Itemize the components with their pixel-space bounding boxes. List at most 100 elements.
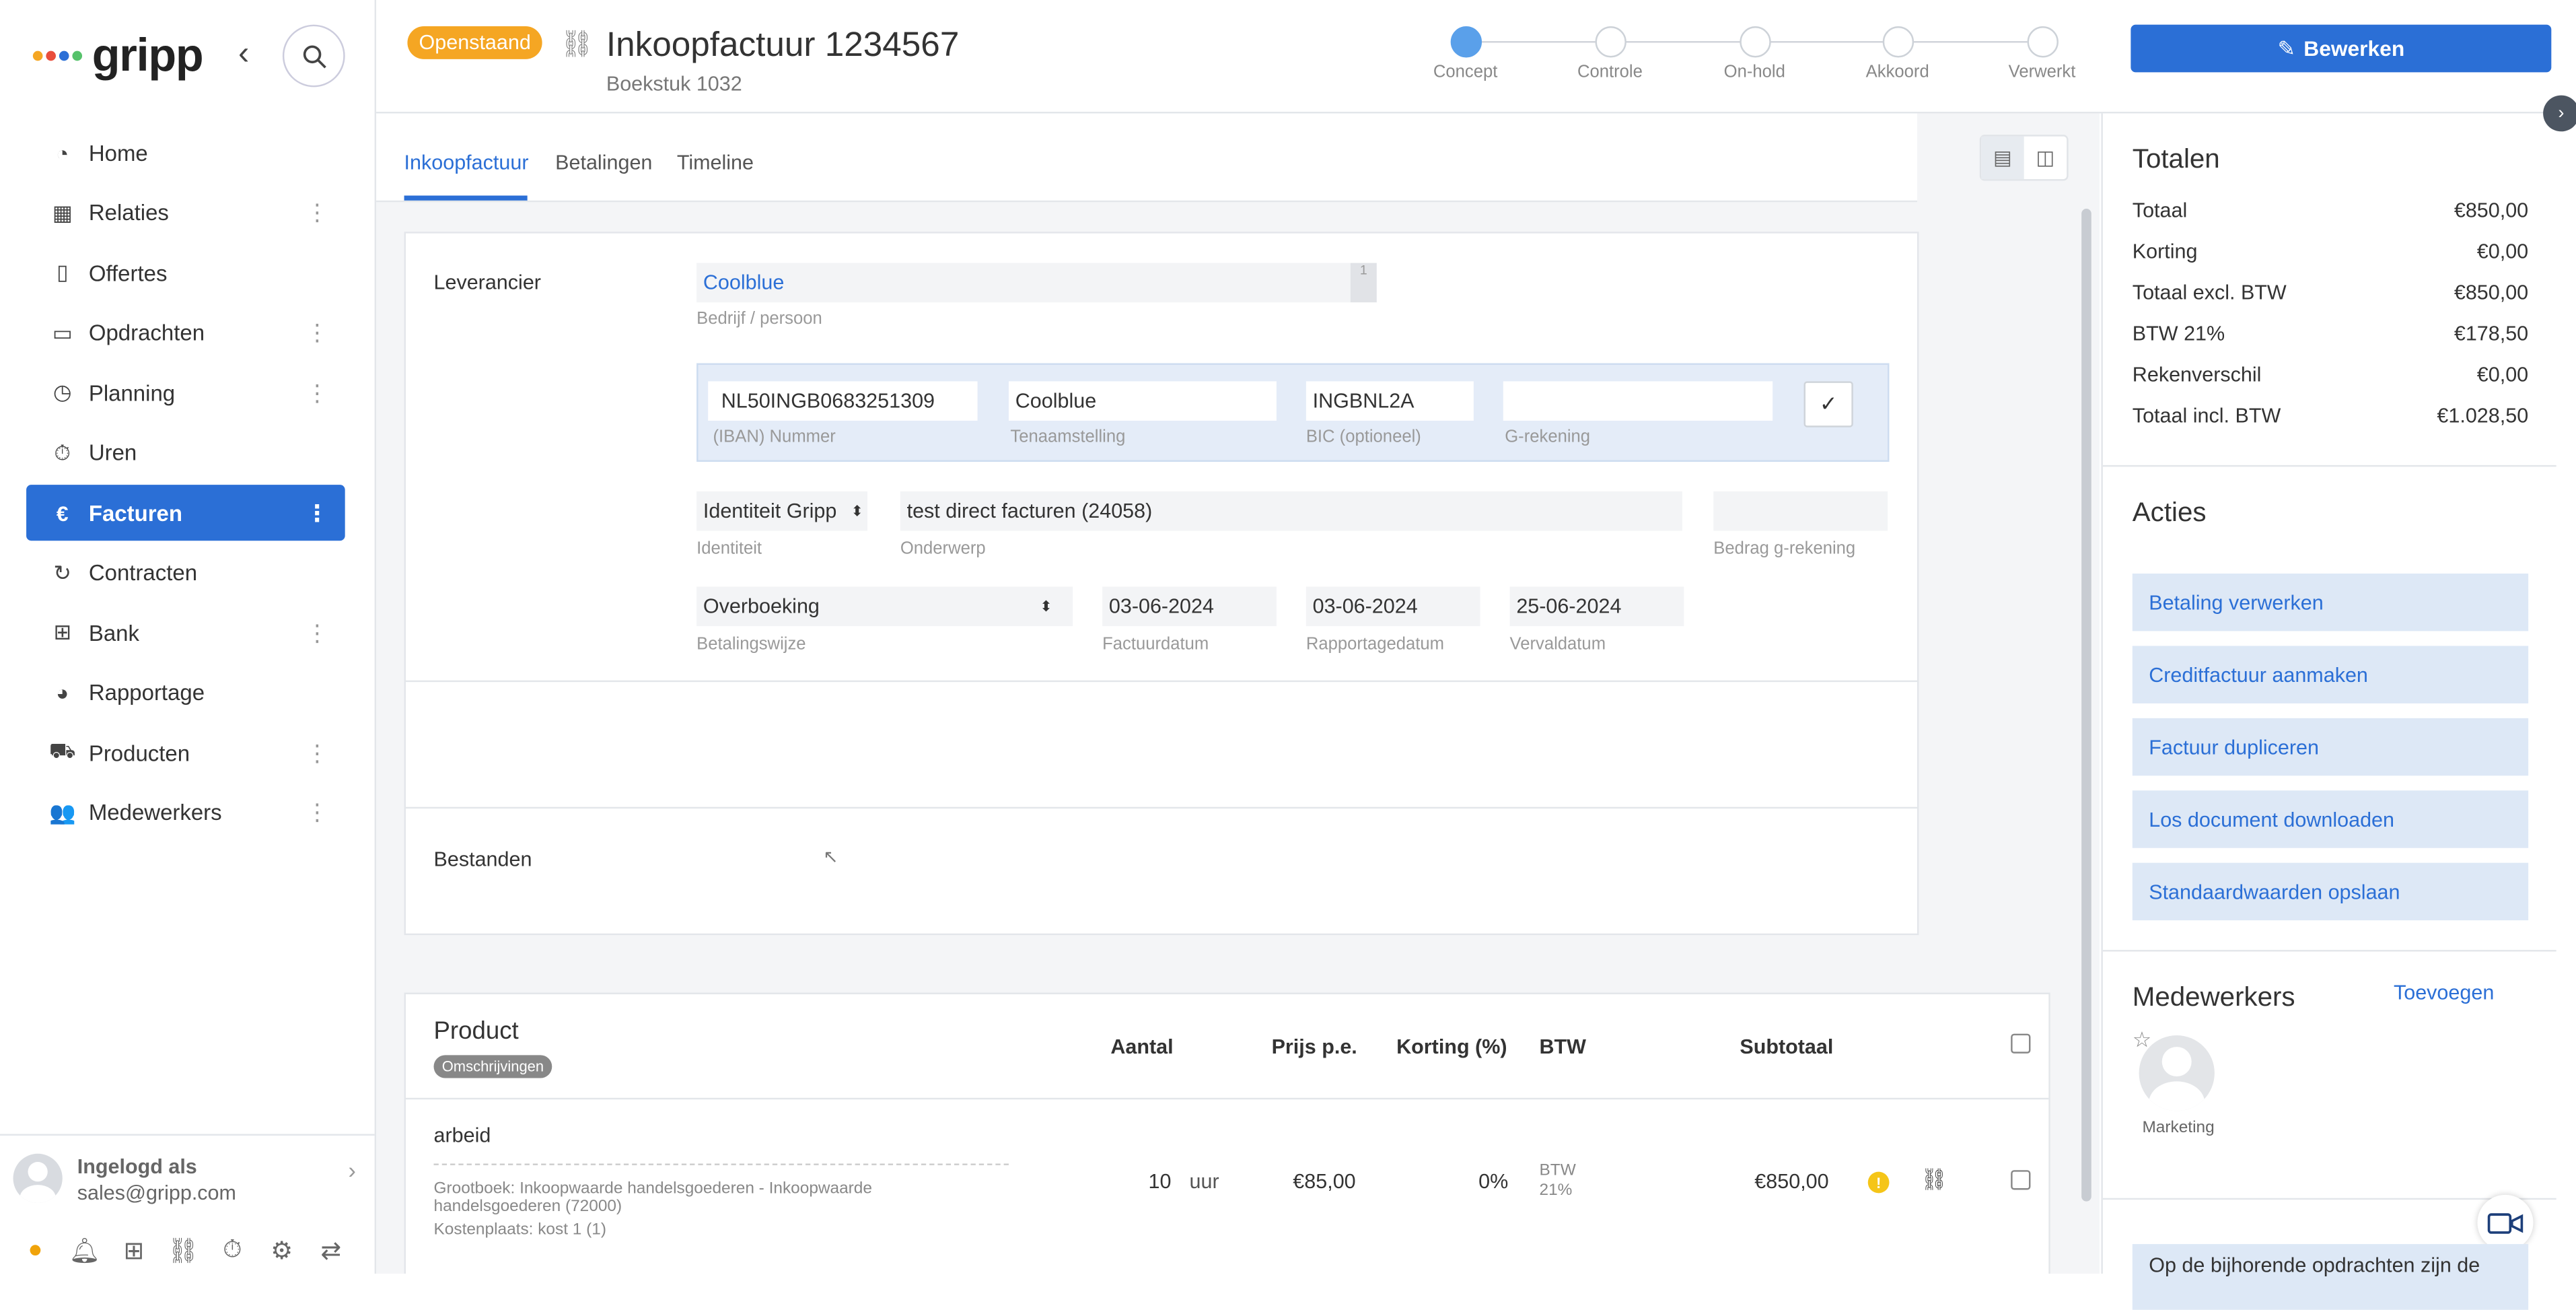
action-standaardwaarden-opslaan[interactable]: Standaardwaarden opslaan	[2132, 862, 2529, 921]
link-icon[interactable]: ⛓︎	[1921, 1167, 1947, 1193]
user-email: sales@gripp.com	[77, 1181, 236, 1205]
link-icon[interactable]: ⛓︎	[560, 28, 594, 61]
rows-layout-icon[interactable]: ▤	[1981, 136, 2024, 180]
sidebar-item-rapportage[interactable]: ◕ Rapportage	[26, 665, 345, 721]
sidebar-item-label: Medewerkers	[88, 800, 222, 825]
omschrijvingen-badge[interactable]: Omschrijvingen	[433, 1055, 552, 1078]
alert-icon[interactable]: ●	[20, 1236, 50, 1266]
sidebar-item-relaties[interactable]: ▦ Relaties ⋮	[26, 185, 345, 241]
select-all-checkbox[interactable]	[2011, 1033, 2031, 1054]
action-factuur-dupliceren[interactable]: Factuur dupliceren	[2132, 718, 2529, 776]
sidebar-item-contracten[interactable]: ↻ Contracten	[26, 545, 345, 600]
grekening-field[interactable]	[1503, 381, 1773, 421]
apps-icon[interactable]: ⊞	[118, 1236, 149, 1266]
euro-icon: €	[56, 500, 69, 525]
logo[interactable]: gripp	[32, 30, 204, 82]
sidebar-item-opdrachten[interactable]: ▭ Opdrachten ⋮	[26, 305, 345, 361]
bic-field[interactable]: INGBNL2A	[1305, 381, 1474, 421]
betalingswijze-label: Betalingswijze	[696, 634, 806, 654]
product-table: Product Omschrijvingen Aantal Prijs p.e.…	[404, 992, 2050, 1274]
vervaldatum-field[interactable]: 25-06-2024	[1509, 586, 1684, 627]
sidebar-item-home[interactable]: ◔ Home	[26, 125, 345, 181]
tab-inkoopfactuur[interactable]: Inkoopfactuur	[404, 151, 529, 174]
sidebar-item-offertes[interactable]: ▯ Offertes	[26, 245, 345, 301]
view-toggle: ▤ ◫	[1979, 135, 2069, 181]
leverancier-field[interactable]: Coolblue	[696, 263, 1351, 303]
link-icon[interactable]: ⛓︎	[168, 1236, 199, 1266]
btw-label: BTW	[1539, 1161, 1576, 1180]
bell-icon[interactable]: 🔔︎	[69, 1236, 100, 1266]
columns-layout-icon[interactable]: ◫	[2024, 137, 2067, 179]
more-icon[interactable]: ⋮	[306, 798, 328, 827]
prijs-value[interactable]: €85,00	[1293, 1170, 1355, 1193]
tab-betalingen[interactable]: Betalingen	[555, 151, 652, 174]
switch-icon[interactable]: ⇄	[316, 1236, 347, 1266]
aantal-value[interactable]: 10	[1148, 1170, 1171, 1193]
totals-value: €850,00	[2454, 199, 2529, 222]
identiteit-value: Identiteit Gripp	[703, 499, 837, 523]
divider	[406, 806, 1917, 809]
tenaam-field[interactable]: Coolblue	[1008, 381, 1277, 421]
tab-bar: Inkoopfactuur Betalingen Timeline	[376, 113, 1917, 203]
sidebar-item-facturen[interactable]: € Facturen ⋮	[26, 485, 345, 541]
more-icon[interactable]: ⋮	[306, 379, 328, 407]
chevron-right-icon[interactable]: ›	[2543, 95, 2576, 132]
bedrag-g-field[interactable]	[1713, 491, 1888, 531]
action-betaling-verwerken[interactable]: Betaling verwerken	[2132, 574, 2529, 631]
identiteit-label: Identiteit	[696, 539, 762, 559]
onderwerp-field[interactable]: test direct facturen (24058)	[900, 491, 1682, 531]
leverancier-counter: 1	[1350, 263, 1377, 303]
sidebar-item-label: Planning	[88, 380, 176, 405]
more-icon[interactable]: ⋮	[306, 499, 328, 527]
bedrag-g-label: Bedrag g-rekening	[1713, 539, 1856, 559]
tab-timeline[interactable]: Timeline	[677, 151, 754, 174]
edit-button[interactable]: ✎ Bewerken	[2131, 24, 2552, 73]
more-icon[interactable]: ⋮	[306, 738, 328, 767]
medewerker-avatar[interactable]	[2139, 1035, 2215, 1111]
action-los-document-downloaden[interactable]: Los document downloaden	[2132, 790, 2529, 848]
step-verwerkt[interactable]: Verwerkt	[1984, 26, 2100, 82]
timer-icon[interactable]: ⏱︎	[217, 1236, 248, 1266]
edit-button-label: Bewerken	[2303, 36, 2405, 61]
rapportagedatum-field[interactable]: 03-06-2024	[1305, 586, 1480, 627]
rapportagedatum-label: Rapportagedatum	[1305, 634, 1445, 654]
add-medewerker-link[interactable]: Toevoegen	[2394, 981, 2494, 1004]
confirm-bank-button[interactable]: ✓	[1803, 381, 1853, 427]
video-call-icon[interactable]	[2477, 1194, 2534, 1251]
btw-value[interactable]: 21%	[1539, 1181, 1572, 1200]
iban-field[interactable]: NL50INGB0683251309	[708, 381, 978, 421]
unit-value: uur	[1189, 1170, 1219, 1194]
sidebar-item-planning[interactable]: ◷ Planning ⋮	[26, 365, 345, 421]
sidebar-item-label: Uren	[88, 440, 137, 465]
sidebar-item-bank[interactable]: ⊞ Bank ⋮	[26, 605, 345, 660]
clock-icon: ◷	[52, 379, 72, 405]
warning-icon[interactable]: !	[1867, 1171, 1890, 1194]
step-akkoord[interactable]: Akkoord	[1840, 26, 1955, 82]
sidebar-item-uren[interactable]: ⏱ Uren	[26, 425, 345, 481]
row-checkbox[interactable]	[2011, 1170, 2031, 1190]
product-name[interactable]: arbeid	[434, 1124, 491, 1147]
more-icon[interactable]: ⋮	[306, 199, 328, 227]
sidebar-item-label: Bank	[88, 620, 139, 646]
action-creditfactuur-aanmaken[interactable]: Creditfactuur aanmaken	[2132, 646, 2529, 703]
sidebar-item-producten[interactable]: ⛟ Producten ⋮	[26, 725, 345, 781]
step-dot	[1450, 26, 1481, 58]
korting-value[interactable]: 0%	[1478, 1170, 1508, 1193]
identiteit-select[interactable]: Identiteit Gripp ⬍	[696, 491, 868, 531]
more-icon[interactable]: ⋮	[306, 319, 328, 347]
aantal-header: Aantal	[1110, 1035, 1174, 1059]
step-on-hold[interactable]: On-hold	[1697, 26, 1812, 82]
gear-icon[interactable]: ⚙︎	[266, 1236, 297, 1266]
totals-label: BTW 21%	[2132, 322, 2225, 345]
factuurdatum-field[interactable]: 03-06-2024	[1102, 586, 1277, 627]
step-controle[interactable]: Controle	[1552, 26, 1668, 82]
step-concept[interactable]: Concept	[1408, 26, 1523, 82]
search-button[interactable]	[282, 24, 345, 88]
sidebar-item-medewerkers[interactable]: 👥 Medewerkers ⋮	[26, 785, 345, 841]
collapse-sidebar-icon[interactable]: ‹	[238, 36, 249, 74]
cursor-icon: ↖	[823, 848, 838, 868]
scrollbar[interactable]	[2081, 209, 2091, 1202]
more-icon[interactable]: ⋮	[306, 619, 328, 647]
user-menu[interactable]: Ingelogd als sales@gripp.com ›	[0, 1134, 375, 1214]
betalingswijze-select[interactable]: Overboeking ⬍	[696, 586, 1073, 627]
